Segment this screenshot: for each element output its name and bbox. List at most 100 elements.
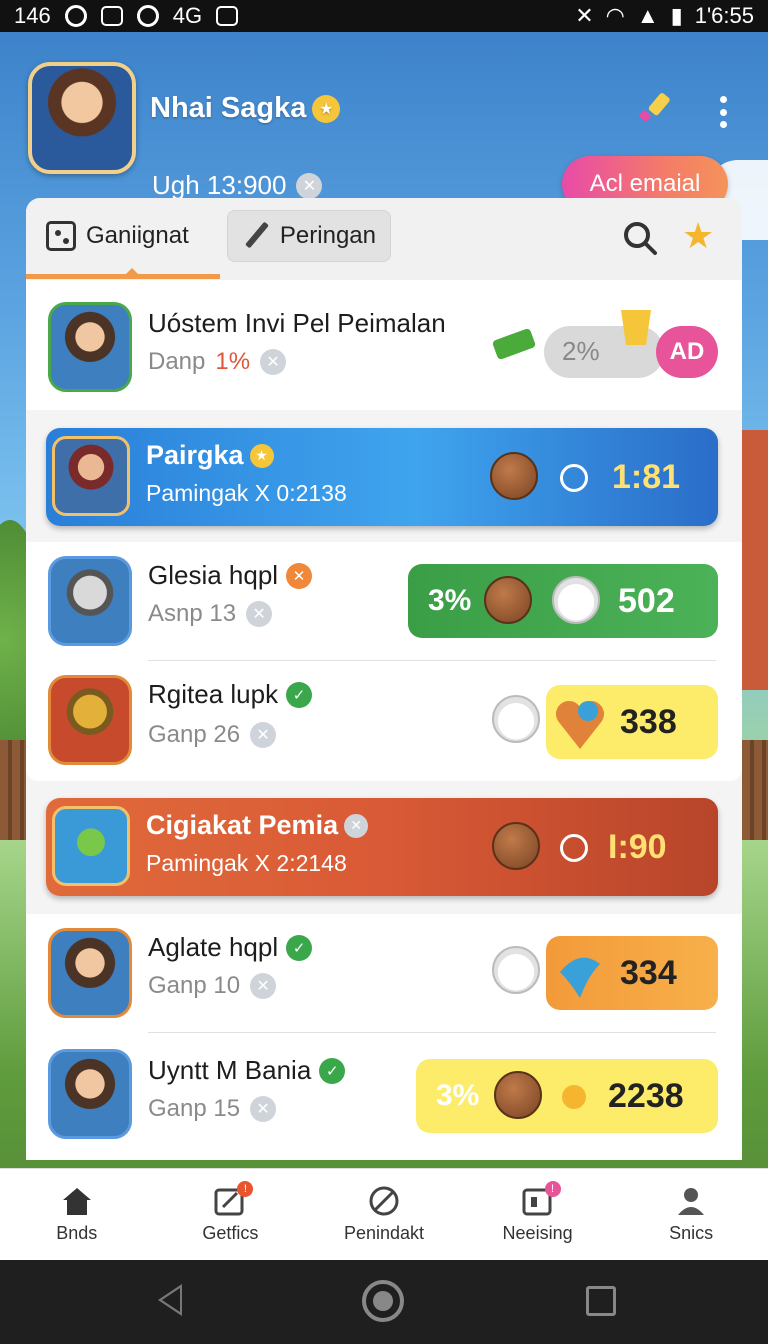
wifi-icon: ◠: [605, 3, 625, 28]
avatar: [52, 436, 130, 516]
status-x-icon: ✕: [286, 562, 313, 589]
ball-icon: [494, 1071, 542, 1119]
reward-pct: 3%: [428, 584, 472, 617]
clock-icon: [560, 464, 588, 492]
player-sub: Asnp 13 ✕: [148, 600, 273, 628]
favorite-star-icon[interactable]: ★: [682, 218, 714, 254]
bottom-navigation: Bnds ! Getfics Penindakt ! Neeising Snic…: [0, 1168, 768, 1260]
player-sub: Ganp 15 ✕: [148, 1095, 277, 1123]
clock-icon: [562, 1085, 586, 1109]
avatar: [48, 928, 132, 1018]
list-item[interactable]: Rgitea lupk ✓ Ganp 26 ✕ 338: [26, 661, 742, 781]
app-icon: [100, 6, 123, 26]
profile-icon: [678, 1188, 705, 1215]
clear-icon[interactable]: ✕: [250, 1096, 277, 1122]
player-name-text: Cigiakat Pemia: [146, 810, 339, 840]
clear-icon[interactable]: ✕: [260, 349, 287, 375]
block-icon: [369, 1186, 399, 1216]
message-icon: !: [521, 1181, 561, 1217]
reward-value: 338: [620, 702, 677, 741]
more-menu-icon[interactable]: [712, 96, 734, 128]
reward-pill[interactable]: 338: [546, 685, 718, 759]
reward-pill[interactable]: 3% 2238: [416, 1059, 718, 1133]
recent-apps-icon[interactable]: [586, 1286, 616, 1316]
edit-icon: !: [213, 1181, 254, 1217]
player-sub-text: Ganp 10: [148, 972, 241, 999]
check-icon: ✓: [286, 681, 313, 708]
player-sub: Danp 1% ✕: [148, 348, 287, 376]
reward-pct: 3%: [436, 1079, 480, 1112]
player-name: Cigiakat Pemia ✕: [146, 810, 369, 841]
tab-active[interactable]: Ganiignat: [32, 210, 203, 262]
user-name-row: Nhai Sagka ★: [150, 92, 341, 125]
nav-label: Snics: [669, 1223, 714, 1243]
timer-value: I:90: [608, 828, 667, 866]
player-name: Uyntt M Bania ✓: [148, 1055, 346, 1086]
heart-bird-icon: [555, 700, 605, 749]
tab-inactive[interactable]: Peringan: [227, 210, 391, 262]
pen-icon[interactable]: [636, 88, 676, 128]
progress-pct: 2%: [562, 336, 600, 366]
clear-icon[interactable]: ✕: [246, 601, 273, 627]
back-icon[interactable]: [158, 1284, 182, 1316]
player-sub-value: 1%: [215, 348, 251, 375]
list-item[interactable]: Glesia hqpl ✕ Asnp 13 ✕ 3% 502: [26, 542, 742, 662]
player-name-text: Pairgka: [146, 440, 244, 470]
player-sub: Pamingak X 2:2148: [146, 850, 347, 876]
nav-item-messages[interactable]: ! Neeising: [461, 1169, 615, 1260]
status-left-text: 146: [14, 3, 51, 28]
tab-caret-icon: [125, 268, 139, 275]
ad-badge[interactable]: AD: [656, 326, 718, 378]
search-icon[interactable]: [622, 220, 658, 256]
notification-icon: [64, 5, 87, 27]
reward-value: 2238: [608, 1076, 684, 1115]
nav-item-profile[interactable]: Snics: [614, 1169, 768, 1260]
nav-item-home[interactable]: Bnds: [0, 1169, 154, 1260]
player-name-text: Glesia hqpl: [148, 560, 279, 590]
clear-icon[interactable]: ✕: [250, 722, 277, 748]
list-item[interactable]: Aglate hqpl ✓ Ganp 10 ✕ 334: [26, 914, 742, 1034]
player-sub: Ganp 26 ✕: [148, 721, 277, 749]
message-status-icon: [216, 6, 239, 26]
player-sub-text: Ganp 26: [148, 721, 241, 748]
list-item[interactable]: Uyntt M Bania ✓ Ganp 15 ✕ 3% 2238: [26, 1033, 742, 1160]
clear-icon[interactable]: ✕: [250, 973, 277, 999]
pet-icon: [492, 695, 540, 743]
timer-value: 1:81: [612, 458, 681, 496]
ball-icon: [492, 822, 540, 870]
reward-pill[interactable]: 334: [546, 936, 718, 1010]
nav-label: Penindakt: [343, 1223, 425, 1243]
player-name: Pairgka ★: [146, 440, 274, 471]
player-name: Glesia hqpl ✕: [148, 560, 313, 591]
highlight-row[interactable]: Pairgka ★ Pamingak X 0:2138 1:81: [46, 428, 718, 526]
avatar: [48, 556, 132, 646]
reward-pill[interactable]: 3% 502: [408, 564, 718, 638]
ball-icon: [484, 576, 532, 624]
pet-icon: [552, 576, 600, 624]
avatar: [48, 675, 132, 765]
nav-item-edit[interactable]: ! Getfics: [154, 1169, 308, 1260]
user-sub-row: Ugh 13:900 ✕: [152, 170, 323, 201]
nav-item-block[interactable]: Penindakt: [307, 1169, 461, 1260]
reward-value: 502: [618, 581, 675, 620]
list-item[interactable]: Uóstem Invi Pel Peimalan Danp 1% ✕ 2% AD: [26, 280, 742, 410]
clear-icon[interactable]: ✕: [344, 813, 369, 838]
tab-inactive-label: Peringan: [279, 222, 376, 249]
status-time: 1'6:55: [694, 3, 754, 28]
trophy-icon: [621, 310, 651, 359]
status-right: ✕ ◠ ▲ ▮ 1'6:55: [575, 3, 754, 29]
bird-icon: [560, 957, 600, 998]
player-sub-prefix: Danp: [148, 348, 206, 375]
status-bar: 146 4G ✕ ◠ ▲ ▮ 1'6:55: [0, 0, 768, 32]
player-sub: Pamingak X 0:2138: [146, 480, 347, 506]
pet-icon: [492, 946, 540, 994]
player-name: Uóstem Invi Pel Peimalan: [148, 308, 446, 339]
check-icon: ✓: [319, 1057, 346, 1084]
player-name-text: Uóstem Invi Pel Peimalan: [148, 308, 446, 338]
highlight-row[interactable]: Cigiakat Pemia ✕ Pamingak X 2:2148 I:90: [46, 798, 718, 896]
user-avatar[interactable]: [28, 62, 136, 174]
cash-icon: [492, 328, 536, 360]
signal-icon: ▲: [636, 3, 659, 28]
home-button-icon[interactable]: [362, 1280, 404, 1322]
clear-icon[interactable]: ✕: [296, 172, 323, 199]
